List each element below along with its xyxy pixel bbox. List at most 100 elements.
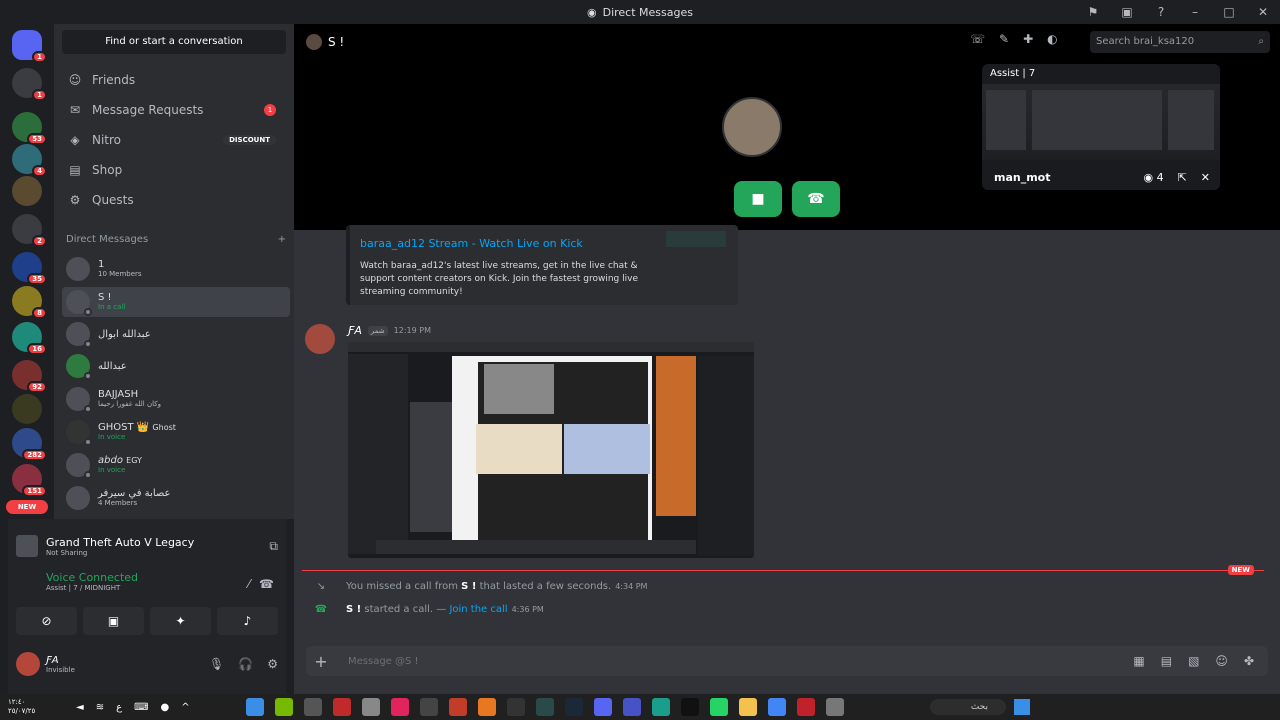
sticker-icon[interactable]: ▧ [1188, 654, 1199, 668]
nav-message-requests[interactable]: ✉ Message Requests 1 [62, 96, 286, 124]
start-button[interactable] [1014, 699, 1030, 715]
inbox-icon[interactable]: ⚑ [1076, 5, 1110, 19]
discord-icon[interactable] [623, 698, 641, 716]
edge-icon[interactable] [652, 698, 670, 716]
folder-icon[interactable] [739, 698, 757, 716]
profile-icon[interactable]: ◐ [1047, 32, 1057, 46]
app-icon[interactable] [536, 698, 554, 716]
join-call-link[interactable]: Join the call [449, 604, 507, 615]
new-servers-badge[interactable]: NEW [6, 500, 48, 514]
search-input[interactable]: Search brai_ksa120 ⌕ [1090, 31, 1270, 53]
activities-button[interactable]: ✦ [150, 607, 211, 635]
add-dm-icon[interactable]: + [278, 234, 286, 245]
avatar[interactable] [305, 324, 335, 354]
discord-icon[interactable] [594, 698, 612, 716]
home-button[interactable]: 1 [12, 30, 47, 63]
close-stream-icon[interactable]: ✕ [1201, 171, 1210, 184]
pin-icon[interactable]: ✎ [999, 32, 1009, 46]
dm-item[interactable]: S ! In a call [62, 287, 290, 317]
camera-off-button[interactable]: ⊘ [16, 607, 77, 635]
app-icon[interactable] [304, 698, 322, 716]
screen-share-icon[interactable]: ▣ [1110, 5, 1144, 19]
emoji-icon[interactable]: ☺ [1215, 654, 1228, 668]
dm-header: Direct Messages + [66, 234, 286, 245]
app-icon[interactable] [391, 698, 409, 716]
server-icon[interactable]: 16 [12, 322, 47, 355]
headset-icon[interactable]: 🎧 [238, 657, 253, 671]
gift-icon[interactable]: ▦ [1133, 654, 1144, 668]
mic-tray-icon[interactable]: ● [161, 702, 170, 713]
popout-icon[interactable]: ⇱ [1178, 171, 1187, 184]
server-icon[interactable]: 4 [12, 144, 47, 177]
noise-suppression-icon[interactable]: ⁄ [248, 577, 250, 591]
language-indicator[interactable]: ع [116, 702, 122, 713]
attach-icon[interactable]: + [306, 652, 336, 671]
embed-thumbnail[interactable] [666, 231, 726, 247]
tiktok-icon[interactable] [681, 698, 699, 716]
dm-item[interactable]: عبدالله ابوال [62, 319, 290, 349]
apps-icon[interactable]: ✤ [1244, 654, 1254, 668]
message-input[interactable]: Message @S ! [336, 656, 419, 667]
dm-item[interactable]: 1 10 Members [62, 254, 290, 284]
close-button[interactable]: ✕ [1246, 5, 1280, 19]
stream-preview[interactable]: Assist | 7 man_mot ◉ 4 ⇱ ✕ [982, 64, 1220, 190]
taskbar-search[interactable]: بحث [930, 699, 1006, 715]
app-icon[interactable] [333, 698, 351, 716]
server-icon[interactable]: 92 [12, 360, 47, 393]
dm-item[interactable]: BAJJASH وكان الله غفورا رحيما [62, 384, 290, 414]
app-icon[interactable] [507, 698, 525, 716]
nav-friends[interactable]: ☺ Friends [62, 66, 286, 94]
server-icon[interactable] [12, 176, 42, 206]
add-friend-icon[interactable]: ✚ [1023, 32, 1033, 46]
server-icon[interactable]: 151 [12, 464, 47, 497]
avatar[interactable] [16, 652, 40, 676]
dm-item[interactable]: عبدالله [62, 351, 290, 381]
server-icon[interactable]: 282 [12, 428, 47, 461]
server-icon[interactable] [12, 394, 42, 424]
keyboard-icon[interactable]: ⌨ [134, 702, 148, 713]
server-icon[interactable]: 1 [12, 68, 47, 101]
clock[interactable]: ١٢:٤٠ ٢٥/٠٧/٢٥ [8, 698, 35, 716]
chrome-icon[interactable] [768, 698, 786, 716]
disconnect-icon[interactable]: ☎ [259, 577, 274, 591]
steam-icon[interactable] [565, 698, 583, 716]
find-conversation-button[interactable]: Find or start a conversation [62, 30, 286, 54]
voice-call-icon[interactable]: ☏ [970, 32, 985, 46]
nav-nitro[interactable]: ◈ Nitro DISCOUNT [62, 126, 286, 154]
dm-item[interactable]: عصابة في سيرفر 4 Members [62, 483, 290, 513]
screen-share-button[interactable]: ▣ [83, 607, 144, 635]
gif-icon[interactable]: ▤ [1161, 654, 1172, 668]
help-icon[interactable]: ? [1144, 5, 1178, 19]
dm-item[interactable]: GHOST 👑 Ghost In voice [62, 417, 290, 447]
message-image[interactable] [348, 342, 754, 558]
whatsapp-icon[interactable] [710, 698, 728, 716]
wifi-icon[interactable]: ≋ [96, 702, 104, 713]
app-icon[interactable] [362, 698, 380, 716]
voice-call-button[interactable]: ☎ [792, 181, 840, 217]
title-bar: ◉ Direct Messages ⚑ ▣ ? – □ ✕ [0, 0, 1280, 24]
caller-avatar [722, 97, 782, 157]
tray-expand-icon[interactable]: ^ [181, 702, 189, 713]
nav-quests[interactable]: ⚙ Quests [62, 186, 286, 214]
server-icon[interactable]: 35 [12, 252, 47, 285]
server-icon[interactable]: 2 [12, 214, 47, 247]
minimize-button[interactable]: – [1178, 5, 1212, 19]
settings-icon[interactable]: ⚙ [267, 657, 278, 671]
nav-shop[interactable]: ▤ Shop [62, 156, 286, 184]
app-icon[interactable] [275, 698, 293, 716]
share-screen-icon[interactable]: ⧉ [269, 539, 278, 554]
app-icon[interactable] [246, 698, 264, 716]
server-icon[interactable]: 53 [12, 112, 47, 145]
dm-item[interactable]: abdo EGY In voice [62, 450, 290, 480]
server-icon[interactable]: 8 [12, 286, 47, 319]
app-icon[interactable] [420, 698, 438, 716]
video-call-button[interactable]: ■ [734, 181, 782, 217]
maximize-button[interactable]: □ [1212, 5, 1246, 19]
volume-icon[interactable]: ◄ [76, 702, 84, 713]
app-icon[interactable] [797, 698, 815, 716]
app-icon[interactable] [478, 698, 496, 716]
mic-icon[interactable]: 🎙 [209, 657, 224, 671]
soundboard-button[interactable]: ♪ [217, 607, 278, 635]
app-icon[interactable] [826, 698, 844, 716]
app-icon[interactable] [449, 698, 467, 716]
